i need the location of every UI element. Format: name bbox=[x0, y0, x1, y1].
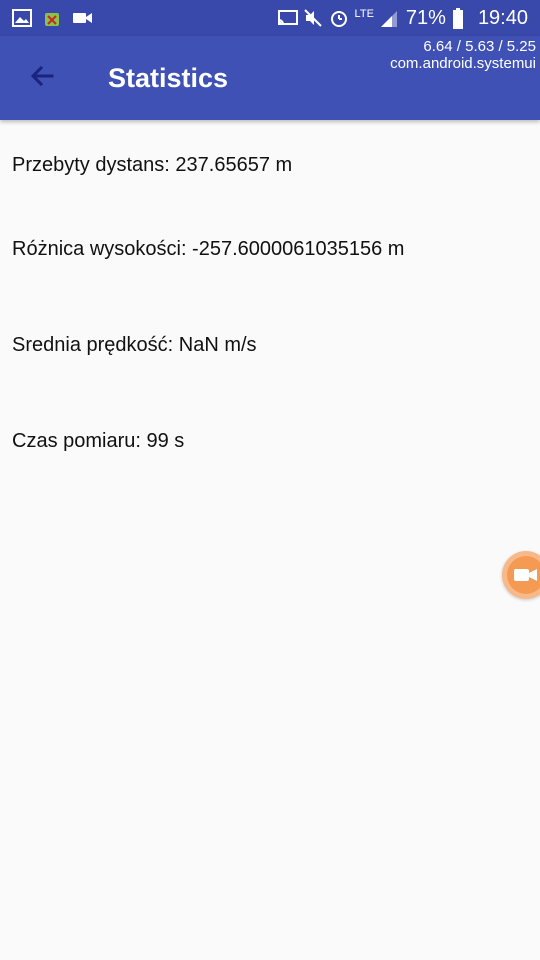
signal-icon bbox=[380, 8, 400, 28]
overlay-line-2: com.android.systemui bbox=[390, 55, 536, 72]
battery-icon bbox=[452, 8, 472, 29]
back-button[interactable] bbox=[20, 56, 64, 100]
android-debug-icon bbox=[42, 8, 62, 28]
floating-record-button[interactable] bbox=[502, 551, 540, 599]
overlay-line-1: 6.64 / 5.63 / 5.25 bbox=[423, 38, 536, 55]
record-video-icon bbox=[507, 556, 540, 594]
page-title: Statistics bbox=[108, 63, 229, 93]
arrow-back-icon bbox=[28, 62, 56, 95]
stat-measurement-time: Czas pomiaru: 99 s bbox=[12, 430, 185, 452]
cast-icon bbox=[277, 8, 298, 28]
stat-distance: Przebyty dystans: 237.65657 m bbox=[12, 154, 293, 176]
image-icon bbox=[12, 8, 32, 28]
status-right: LTE 71% 19:40 bbox=[277, 4, 528, 32]
alarm-icon bbox=[329, 8, 349, 28]
status-left-icons bbox=[12, 8, 92, 28]
video-camera-icon bbox=[72, 8, 92, 28]
stat-height-difference: Różnica wysokości: -257.6000061035156 m bbox=[12, 238, 405, 260]
mute-vibrate-icon bbox=[303, 8, 323, 28]
status-bar: LTE 71% 19:40 bbox=[0, 0, 540, 36]
clock: 19:40 bbox=[477, 7, 528, 29]
battery-percent: 71% bbox=[405, 7, 446, 29]
network-type-label: LTE bbox=[354, 8, 374, 20]
stat-average-speed: Srednia prędkość: NaN m/s bbox=[12, 334, 257, 356]
debug-overlay: 6.64 / 5.63 / 5.25 com.android.systemui bbox=[390, 38, 536, 72]
